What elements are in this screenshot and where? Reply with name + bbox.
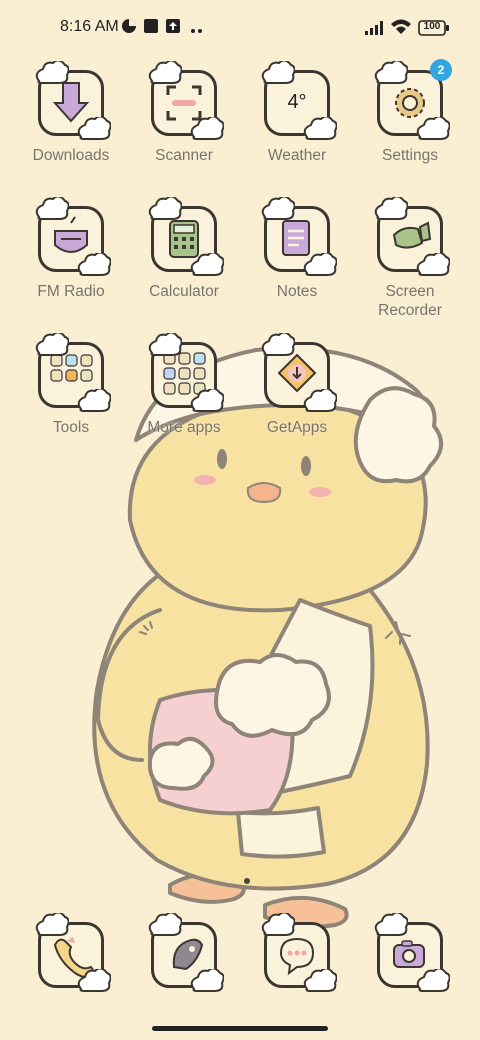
app-label-settings: Settings [381, 147, 438, 164]
app-label-scanner: Scanner [155, 147, 213, 164]
app-scanner[interactable]: Scanner [124, 61, 244, 165]
app-downloads[interactable]: Downloads [11, 61, 131, 165]
cloud-decoration-icon [416, 969, 450, 992]
folder-more-apps[interactable]: More apps [124, 333, 244, 437]
app-label-more-apps: More apps [147, 419, 221, 436]
cloud-decoration-icon [261, 913, 295, 936]
page-indicator [244, 878, 250, 884]
cloud-decoration-icon [416, 117, 450, 140]
notification-badge: 2 [430, 59, 452, 81]
cloud-decoration-icon [77, 253, 111, 276]
messages-icon [261, 913, 337, 992]
cloud-decoration-icon [77, 969, 111, 992]
app-label-downloads: Downloads [32, 147, 110, 164]
cloud-decoration-icon [190, 253, 224, 276]
battery-level: 100 [423, 21, 441, 32]
scan-frame-icon [148, 61, 224, 140]
cloud-decoration-icon [303, 389, 337, 412]
cloud-decoration-icon [374, 913, 408, 936]
app-notes[interactable]: Notes [237, 197, 357, 301]
phone-icon [35, 913, 111, 992]
cloud-decoration-icon [303, 117, 337, 140]
contacts-icon [148, 913, 224, 992]
app-label-tools: Tools [52, 419, 90, 436]
folder-icon [148, 333, 224, 412]
cloud-decoration-icon [374, 61, 408, 84]
cloud-decoration-icon [374, 197, 408, 220]
app-label-screen-recorder: Screen Recorder [378, 283, 442, 319]
notes-icon [261, 197, 337, 276]
app-getapps[interactable]: GetApps [237, 333, 357, 437]
cloud-decoration-icon [416, 253, 450, 276]
app-label-getapps: GetApps [266, 419, 328, 436]
status-bar: 8:16 AM 100 [0, 0, 480, 56]
app-screen-recorder[interactable]: Screen Recorder [350, 197, 470, 320]
dock-messages[interactable] [237, 913, 357, 992]
app-settings[interactable]: 2 Settings [350, 59, 470, 165]
data-saver-icon [121, 18, 137, 39]
signal-icon [364, 20, 386, 41]
battery-icon: 100 [418, 20, 450, 41]
video-camera-icon [374, 197, 450, 276]
app-label-notes: Notes [276, 283, 318, 300]
getapps-icon [261, 333, 337, 412]
app-label-weather: Weather [267, 147, 327, 164]
app-label-calculator: Calculator [149, 283, 219, 300]
cloud-decoration-icon [35, 197, 69, 220]
cloud-decoration-icon [303, 253, 337, 276]
folder-icon [35, 333, 111, 412]
cloud-decoration-icon [261, 61, 295, 84]
app-calculator[interactable]: Calculator [124, 197, 244, 301]
cloud-decoration-icon [190, 969, 224, 992]
cloud-decoration-icon [190, 389, 224, 412]
cloud-decoration-icon [77, 389, 111, 412]
cloud-decoration-icon [35, 61, 69, 84]
folder-tools[interactable]: Tools [11, 333, 131, 437]
app-weather[interactable]: 4° Weather [237, 61, 357, 165]
cloud-decoration-icon [148, 913, 182, 936]
cloud-decoration-icon [190, 117, 224, 140]
cloud-decoration-icon [303, 969, 337, 992]
dock-contacts[interactable] [124, 913, 244, 992]
radio-icon [35, 197, 111, 276]
dock-phone[interactable] [11, 913, 131, 992]
app-label-fm-radio: FM Radio [37, 283, 105, 300]
upload-icon [165, 18, 181, 39]
weather-temperature: 4° [287, 91, 307, 113]
gear-icon: 2 [374, 59, 452, 140]
cloud-decoration-icon [148, 333, 182, 356]
weather-icon: 4° [261, 61, 337, 140]
cloud-decoration-icon [148, 61, 182, 84]
cloud-decoration-icon [35, 333, 69, 356]
cloud-decoration-icon [148, 197, 182, 220]
dock-camera[interactable] [350, 913, 470, 992]
more-dots-icon [190, 22, 204, 40]
home-gesture-bar[interactable] [152, 1026, 328, 1031]
download-arrow-icon [35, 61, 111, 140]
camera-icon [374, 913, 450, 992]
cloud-decoration-icon [261, 333, 295, 356]
app-fm-radio[interactable]: FM Radio [11, 197, 131, 301]
wifi-icon [390, 18, 412, 41]
cloud-decoration-icon [261, 197, 295, 220]
calculator-icon [148, 197, 224, 276]
cloud-decoration-icon [77, 117, 111, 140]
cloud-decoration-icon [35, 913, 69, 936]
square-notification-icon [143, 18, 159, 39]
status-time: 8:16 AM [60, 18, 119, 35]
